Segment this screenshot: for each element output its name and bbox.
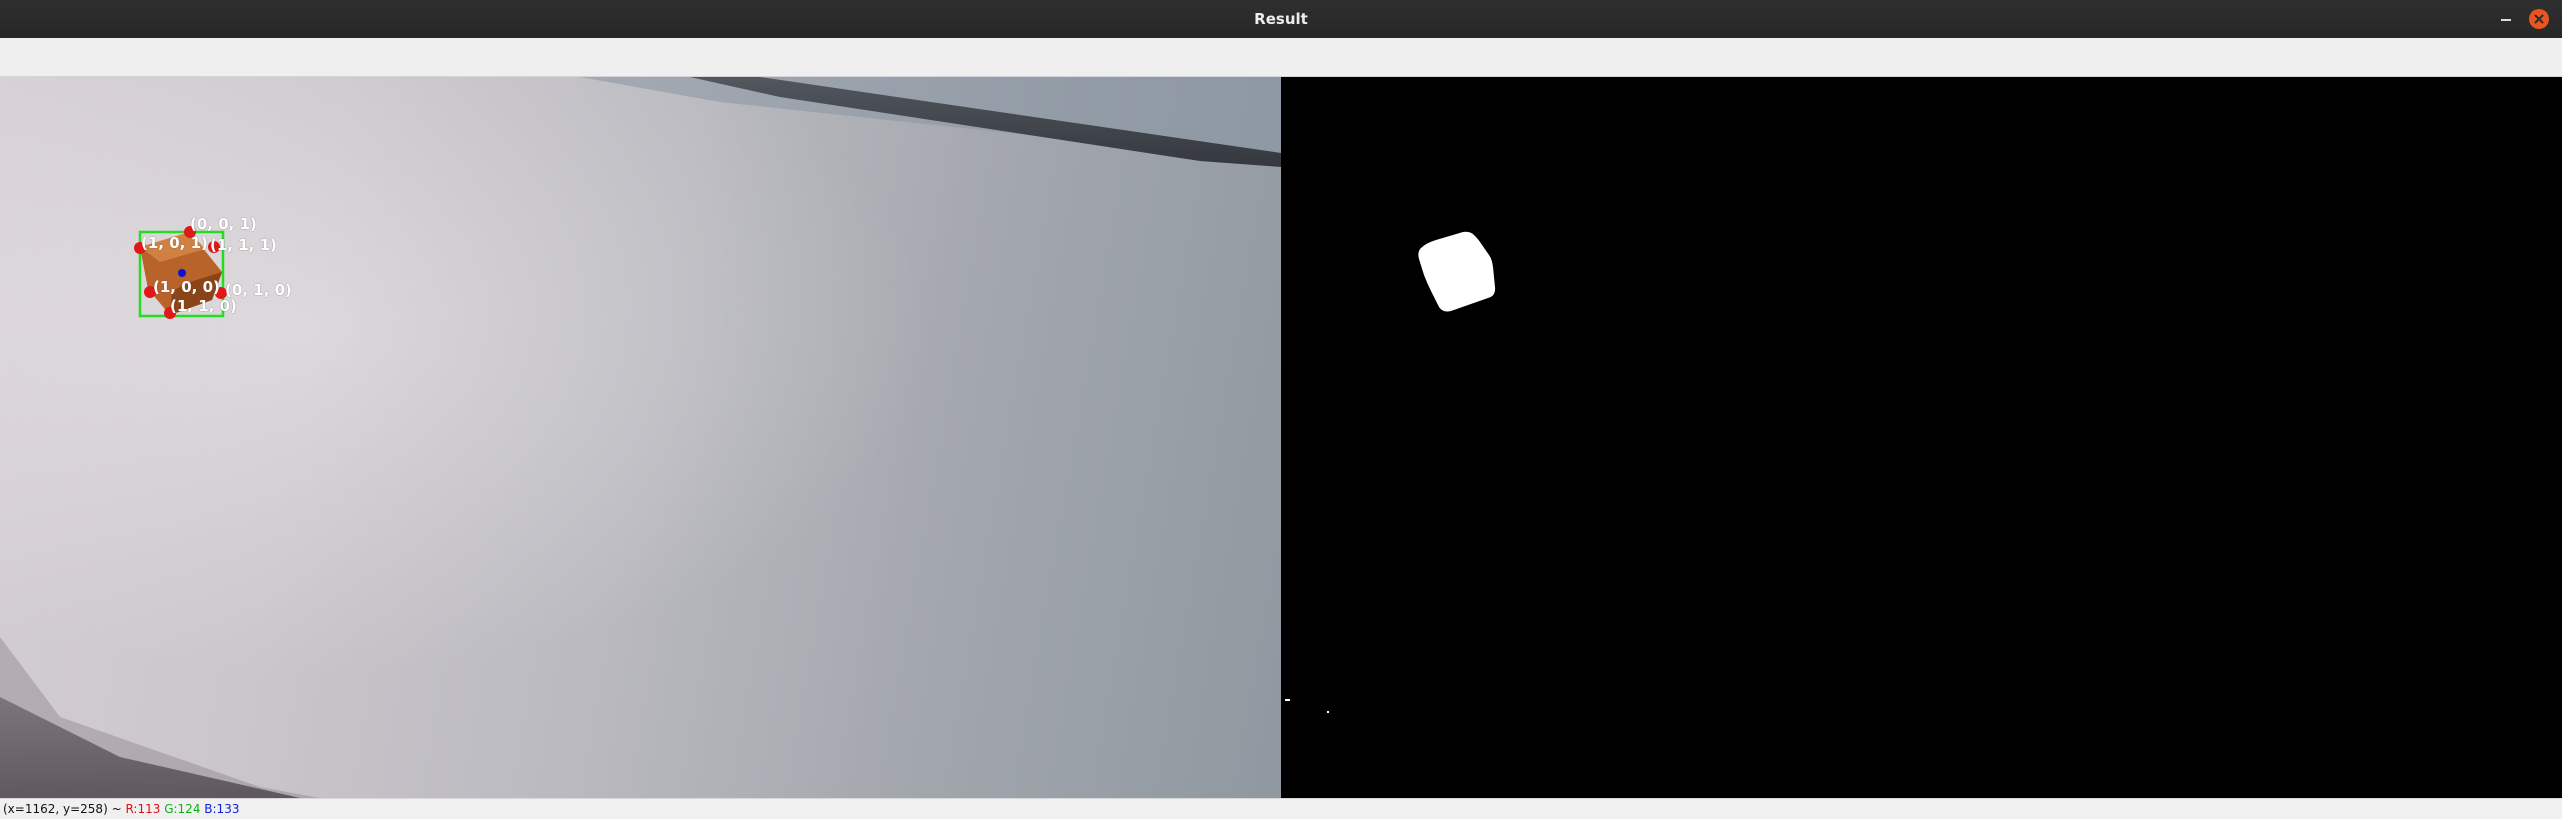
- detection-overlay: [134, 226, 227, 319]
- mask-noise: [1327, 711, 1329, 713]
- mask-noise: [1285, 699, 1290, 701]
- corner-label: (1, 0, 0): [153, 278, 220, 296]
- minimize-button[interactable]: [2496, 9, 2516, 29]
- corner-label: (0, 0, 1): [190, 215, 257, 233]
- image-display[interactable]: (0, 0, 1) (1, 0, 1) (1, 1, 1) (1, 0, 0) …: [0, 77, 2562, 798]
- close-button[interactable]: [2529, 9, 2549, 29]
- toolbar: [0, 38, 2562, 77]
- window-title: Result: [1254, 10, 1308, 28]
- corner-label: (1, 1, 1): [210, 236, 277, 254]
- cursor-coordinates: (x=1162, y=258) ~: [3, 802, 122, 816]
- center-point: [178, 269, 186, 277]
- corner-label: (1, 1, 0): [170, 297, 237, 315]
- pixel-blue-value: B:133: [204, 802, 240, 816]
- corner-label: (1, 0, 1): [141, 234, 208, 252]
- status-bar: (x=1162, y=258) ~ R:113 G:124 B:133: [0, 798, 2562, 819]
- window-titlebar[interactable]: Result: [0, 0, 2562, 39]
- close-icon: [2534, 14, 2544, 24]
- camera-image[interactable]: (0, 0, 1) (1, 0, 1) (1, 1, 1) (1, 0, 0) …: [0, 77, 1281, 798]
- pixel-red-value: R:113: [125, 802, 161, 816]
- mask-blob: [1418, 231, 1496, 312]
- pixel-green-value: G:124: [164, 802, 201, 816]
- mask-image[interactable]: [1281, 77, 2562, 798]
- minimize-icon: [2501, 19, 2511, 21]
- mask-blobs: [1285, 231, 1496, 713]
